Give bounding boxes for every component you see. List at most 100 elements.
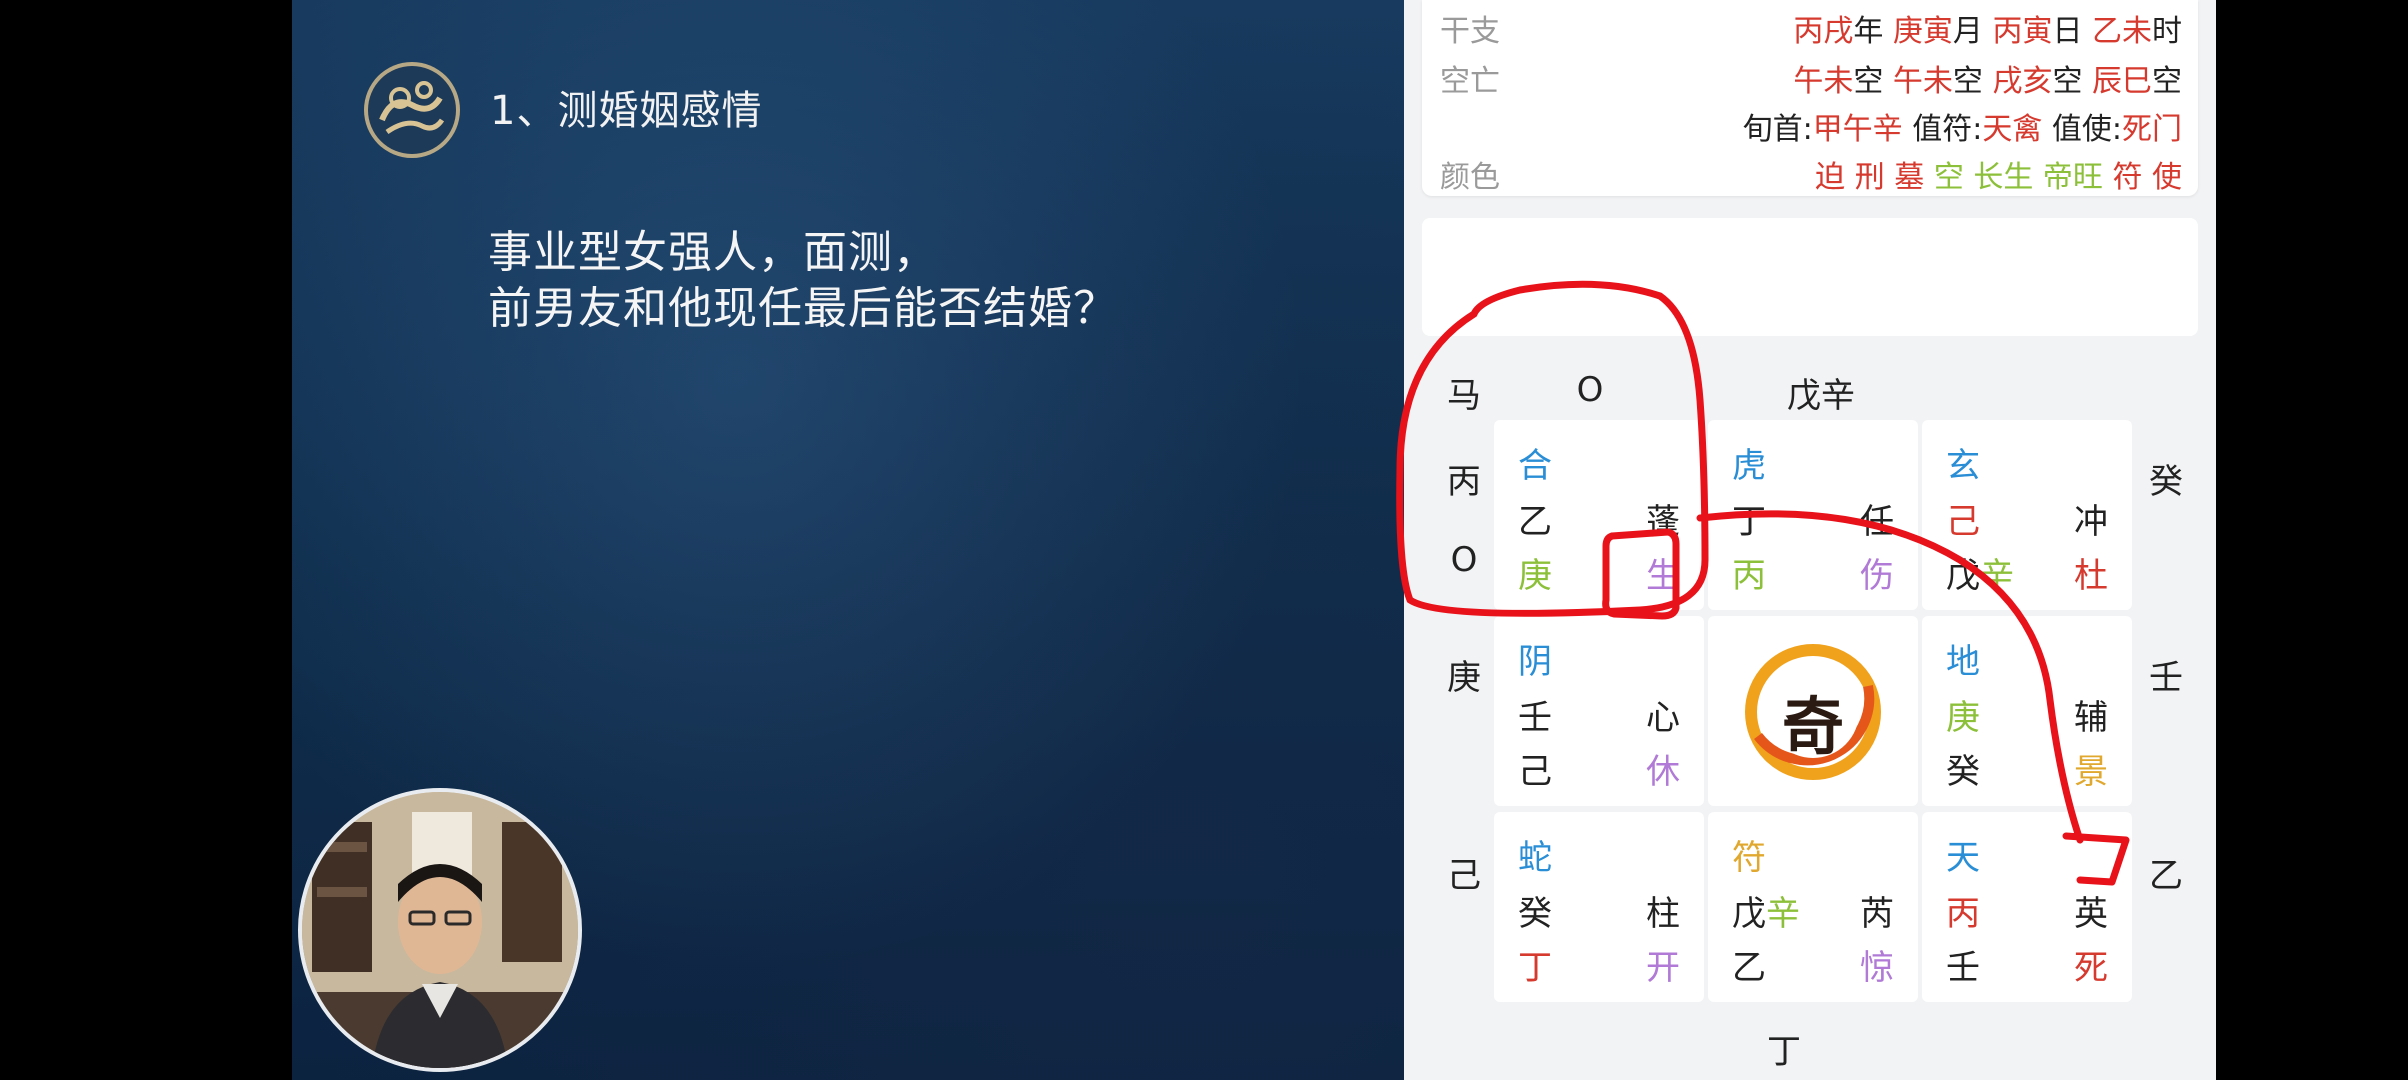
right-stem-2: 壬 <box>2149 658 2183 698</box>
palace-n[interactable]: 虎 丁 任 丙 伤 <box>1708 420 1918 610</box>
ganzhi-vals-seg-6: 乙未 <box>2082 14 2152 49</box>
palace-god: 虎 <box>1732 446 1766 486</box>
palace-god: 蛇 <box>1518 838 1552 878</box>
palace-god: 符 <box>1732 838 1766 878</box>
ganzhi-vals-seg-4: 丙寅 <box>1982 14 2053 49</box>
kongwang-vals-seg-5: 空 <box>2052 64 2083 99</box>
heaven-stem-a: 戊 <box>1732 894 1766 934</box>
heaven-stem: 癸 <box>1518 894 1552 934</box>
palace-w[interactable]: 阴 壬 心 己 休 <box>1494 616 1704 806</box>
ganzhi-vals-seg-2: 庚寅 <box>1883 14 1953 49</box>
door: 惊 <box>1860 948 1894 988</box>
qimen-chart-panel[interactable]: 干支 丙戌年 庚寅月 丙寅日 乙未时 空亡 午未空 午未空 戌亥空 辰巳空 旬首… <box>1404 0 2216 1080</box>
kongwang-vals-seg-6: 辰巳 <box>2082 64 2152 99</box>
blank-card <box>1422 218 2198 336</box>
color-vals-seg-1: 刑 <box>1854 160 1895 195</box>
ganzhi-vals-seg-7: 时 <box>2152 14 2182 49</box>
heaven-stem: 乙 <box>1518 502 1552 542</box>
kongwang-vals-seg-3: 空 <box>1952 64 1983 99</box>
earth-stem: 癸 <box>1946 752 1980 792</box>
door: 休 <box>1646 752 1680 792</box>
heaven-stem: 己 <box>1946 502 1980 542</box>
star: 芮 <box>1860 894 1894 934</box>
kongwang-row: 空亡 午未空 午未空 戌亥空 辰巳空 <box>1422 56 2198 104</box>
star: 辅 <box>2074 698 2108 738</box>
door: 景 <box>2074 752 2108 792</box>
kongwang-vals-seg-0: 午未 <box>1793 64 1854 99</box>
chart-info-card: 干支 丙戌年 庚寅月 丙寅日 乙未时 空亡 午未空 午未空 戌亥空 辰巳空 旬首… <box>1422 0 2198 196</box>
earth-stem: 壬 <box>1946 948 1980 988</box>
color-vals-seg-5: 帝旺 <box>2042 160 2113 195</box>
color-vals-seg-7: 使 <box>2152 160 2182 195</box>
xunshou-vals-seg-3: 天禽 <box>1982 112 2043 147</box>
earth-stem: 庚 <box>1518 556 1552 596</box>
color-vals-seg-4: 长生 <box>1973 160 2043 195</box>
star: 柱 <box>1646 894 1680 934</box>
palace-sw[interactable]: 蛇 癸 柱 丁 开 <box>1494 812 1704 1002</box>
presenter-avatar <box>302 792 578 1068</box>
color-vals-seg-3: 空 <box>1933 160 1974 195</box>
earth-stem-a: 戊 <box>1946 556 1980 596</box>
kongwang-vals-seg-7: 空 <box>2152 64 2182 99</box>
star: 蓬 <box>1646 502 1680 542</box>
ganzhi-label: 干支 <box>1440 14 1500 49</box>
palace-s[interactable]: 符 戊辛 芮 乙 惊 <box>1708 812 1918 1002</box>
xunshou-row: 旬首:甲午辛 值符:天禽 值使:死门 <box>1422 104 2198 152</box>
door: 杜 <box>2074 556 2108 596</box>
kongwang-vals-seg-1: 空 <box>1853 64 1884 99</box>
bottom-stem: 丁 <box>1767 1032 1801 1072</box>
palace-e[interactable]: 地 庚 辅 癸 景 <box>1922 616 2132 806</box>
star: 冲 <box>2074 502 2108 542</box>
earth-stem: 己 <box>1518 752 1552 792</box>
door: 伤 <box>1860 556 1894 596</box>
xunshou-vals-seg-4: 值使: <box>2042 112 2122 147</box>
palace-god: 合 <box>1518 446 1552 486</box>
xunshou-vals-seg-1: 甲午辛 <box>1812 112 1903 147</box>
star: 任 <box>1860 502 1894 542</box>
question-line-2: 前男友和他现任最后能否结婚？ <box>488 283 1118 334</box>
xunshou-vals-seg-0: 旬首: <box>1742 112 1813 147</box>
palace-god: 地 <box>1946 642 1980 682</box>
palace-se[interactable]: 天 丙 英 壬 死 <box>1922 812 2132 1002</box>
palace-god: 阴 <box>1518 642 1552 682</box>
left-stem-3: 己 <box>1447 856 1481 896</box>
star: 心 <box>1646 698 1680 738</box>
left-stem-2: 庚 <box>1447 658 1481 698</box>
xunshou-vals-seg-5: 死门 <box>2122 112 2182 147</box>
kongwang-values: 午未空 午未空 戌亥空 辰巳空 <box>1793 56 2182 100</box>
right-stem-3: 乙 <box>2149 856 2183 896</box>
ganzhi-vals-seg-3: 月 <box>1952 14 1983 49</box>
palace-nw[interactable]: 合 乙 蓬 庚 生 <box>1494 420 1704 610</box>
xunshou-vals-seg-2: 值符: <box>1902 112 1983 147</box>
kongwang-vals-seg-2: 午未 <box>1883 64 1953 99</box>
door: 开 <box>1646 948 1680 988</box>
xunshou-values: 旬首:甲午辛 值符:天禽 值使:死门 <box>1743 104 2182 148</box>
heaven-stem-b: 辛 <box>1766 894 1800 934</box>
kongwang-label: 空亡 <box>1440 64 1500 99</box>
heaven-stem: 丁 <box>1732 502 1766 542</box>
ganzhi-vals-seg-0: 丙戌 <box>1793 14 1854 49</box>
left-kong-marker: O <box>1450 540 1478 580</box>
earth-stem: 丙 <box>1732 556 1766 596</box>
earth-stem: 戊辛 <box>1946 548 2014 597</box>
heaven-stem: 庚 <box>1946 698 1980 738</box>
door: 死 <box>2074 948 2108 988</box>
palace-god: 玄 <box>1946 446 1980 486</box>
heaven-stem: 丙 <box>1946 894 1980 934</box>
ganzhi-vals-seg-1: 年 <box>1853 14 1884 49</box>
palace-ne[interactable]: 玄 己 冲 戊辛 杜 <box>1922 420 2132 610</box>
palace-center[interactable]: 奇 <box>1708 616 1918 806</box>
center-glyph: 奇 <box>1782 690 1845 763</box>
ganzhi-row: 干支 丙戌年 庚寅月 丙寅日 乙未时 <box>1422 6 2198 54</box>
right-stem-1: 癸 <box>2149 462 2183 502</box>
door: 生 <box>1646 556 1680 596</box>
left-stem-1: 丙 <box>1447 462 1481 502</box>
color-legend-row: 颜色 迫 刑 墓 空 长生 帝旺 符 使 <box>1422 152 2198 200</box>
color-vals-seg-6: 符 <box>2112 160 2152 195</box>
palace-god: 天 <box>1946 838 1980 878</box>
heaven-stem: 壬 <box>1518 698 1552 738</box>
cloud-emblem-icon <box>364 62 460 158</box>
color-vals-seg-2: 墓 <box>1894 160 1934 195</box>
horse-star-label: 马 <box>1447 376 1481 416</box>
webcam-video <box>298 788 582 1072</box>
